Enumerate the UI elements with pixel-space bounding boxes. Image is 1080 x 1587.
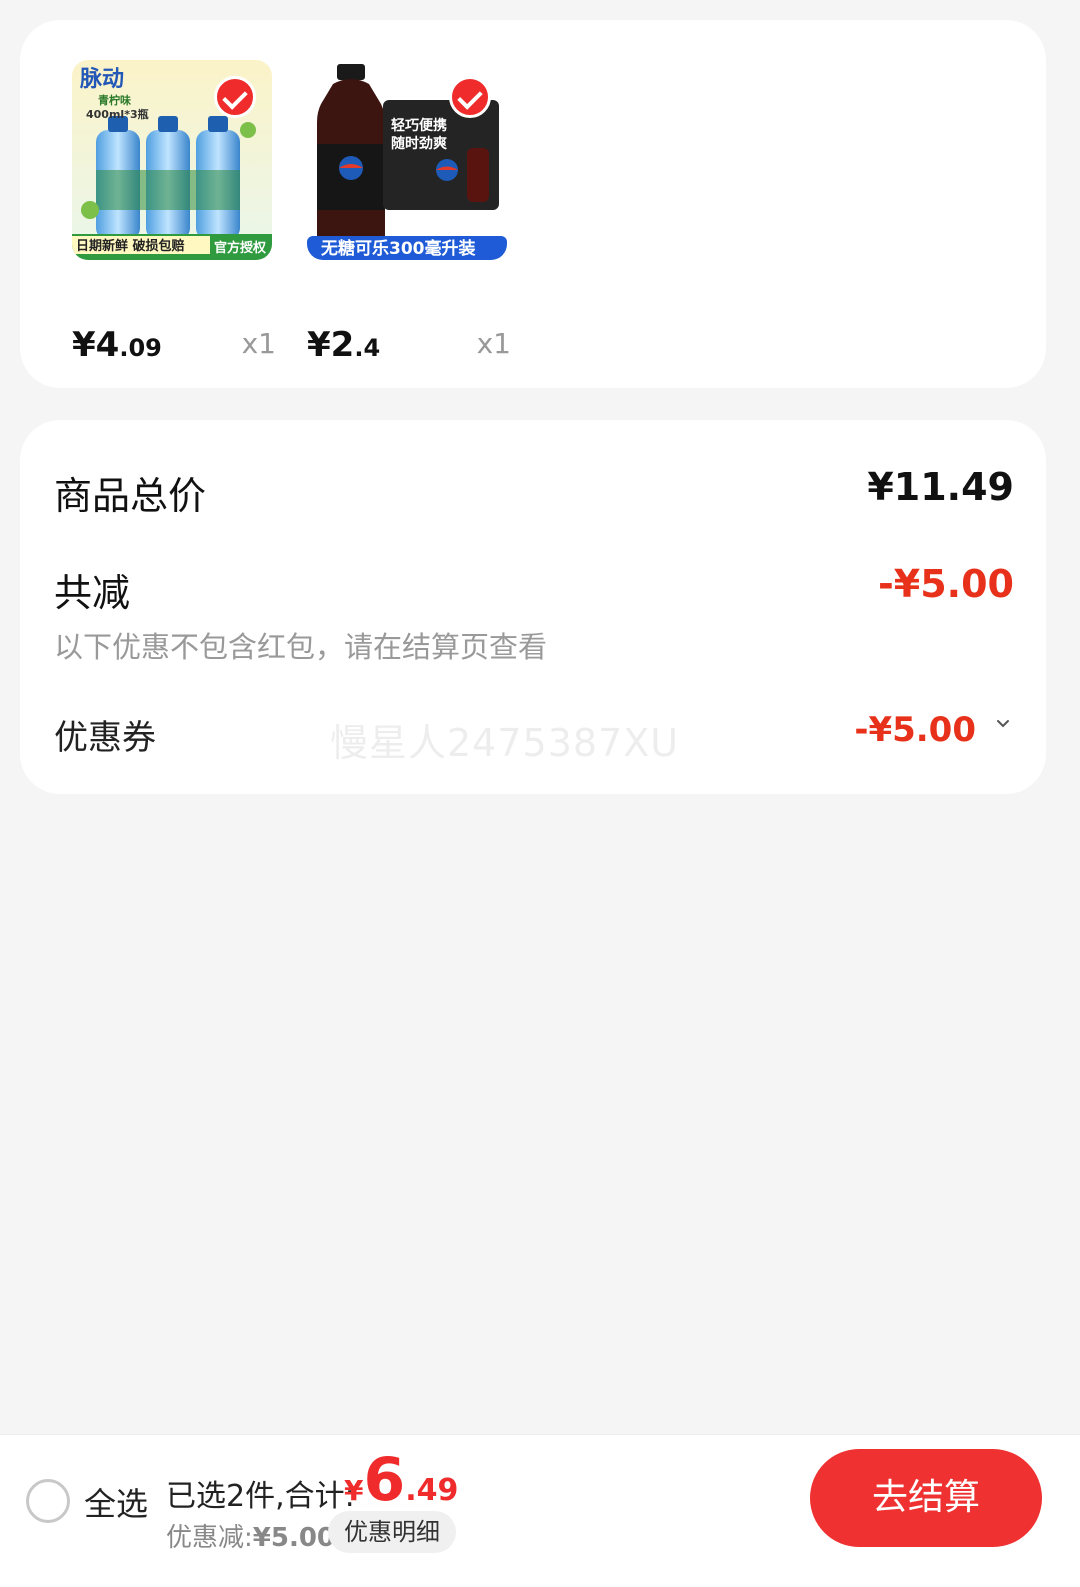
coupon-label: 优惠券	[54, 718, 156, 758]
savings-amount: ¥5.00	[252, 1523, 336, 1553]
image-tagline-2: 随时劲爽	[391, 135, 447, 152]
grand-total-currency: ¥	[344, 1474, 364, 1507]
cart-item[interactable]: 轻巧便携 随时劲爽 无糖可乐300毫升装 ¥2.4 x1	[307, 60, 522, 365]
product-image-mizone[interactable]: 脉动 青柠味 400ml*3瓶 日期新鲜 破损包赔 官方授权	[72, 60, 272, 260]
price-row: ¥4.09 x1	[72, 325, 282, 365]
select-all-radio[interactable]	[26, 1479, 70, 1523]
savings-label: 优惠减:	[166, 1523, 253, 1553]
image-auth-text: 官方授权	[214, 240, 267, 256]
product-image-pepsi[interactable]: 轻巧便携 随时劲爽 无糖可乐300毫升装	[307, 60, 507, 260]
grand-total-int: 6	[363, 1445, 406, 1515]
bottle-shapes	[96, 116, 240, 240]
grand-total-cents: .49	[405, 1473, 459, 1508]
selected-check-icon[interactable]	[449, 76, 491, 118]
discount-note: 以下优惠不包含红包，请在结算页查看	[54, 630, 548, 664]
image-tagline-1: 轻巧便携	[391, 117, 447, 134]
cart-products-card: 脉动 青柠味 400ml*3瓶 日期新鲜 破损包赔 官方授权 ¥4.09 x1	[20, 20, 1046, 388]
discount-label: 共减	[54, 571, 131, 615]
checkout-bar: 全选 已选2件,合计: ¥6.49 优惠减:¥5.00 优惠明细 去结算	[0, 1434, 1080, 1587]
discount-value: -¥5.00	[878, 562, 1014, 606]
discount-details-button[interactable]: 优惠明细	[328, 1511, 456, 1553]
coupon-value[interactable]: -¥5.00	[854, 710, 976, 750]
total-price-label: 商品总价	[54, 474, 207, 518]
select-all-label[interactable]: 全选	[84, 1479, 148, 1525]
total-price-value: ¥11.49	[867, 465, 1014, 509]
price-yuan: ¥4	[72, 325, 120, 365]
savings-text: 优惠减:¥5.00	[166, 1517, 335, 1554]
price-summary-card: 商品总价 ¥11.49 共减 -¥5.00 以下优惠不包含红包，请在结算页查看 …	[20, 420, 1046, 794]
image-volume-text: 400ml*3瓶	[86, 107, 149, 121]
item-price: ¥2.4	[307, 325, 380, 368]
checkout-button[interactable]: 去结算	[810, 1449, 1042, 1547]
image-promo-text: 无糖可乐300毫升装	[320, 238, 476, 259]
price-cents: .09	[119, 334, 162, 362]
image-brand-text: 脉动	[79, 67, 124, 92]
chevron-down-icon[interactable]	[996, 717, 1010, 731]
selected-count-text: 已选2件,合计:	[166, 1479, 355, 1514]
item-quantity: x1	[476, 327, 511, 360]
item-quantity: x1	[241, 327, 276, 360]
grand-total: ¥6.49	[344, 1445, 458, 1515]
price-row: ¥2.4 x1	[307, 325, 517, 365]
price-yuan: ¥2	[307, 325, 355, 365]
item-price: ¥4.09	[72, 325, 162, 368]
selected-check-icon[interactable]	[214, 76, 256, 118]
image-promo-text: 日期新鲜 破损包赔	[76, 238, 185, 254]
image-flavor-text: 青柠味	[98, 93, 131, 107]
watermark: 慢星人2475387XU	[330, 721, 680, 765]
price-cents: .4	[354, 334, 381, 362]
cart-item[interactable]: 脉动 青柠味 400ml*3瓶 日期新鲜 破损包赔 官方授权 ¥4.09 x1	[72, 60, 287, 365]
